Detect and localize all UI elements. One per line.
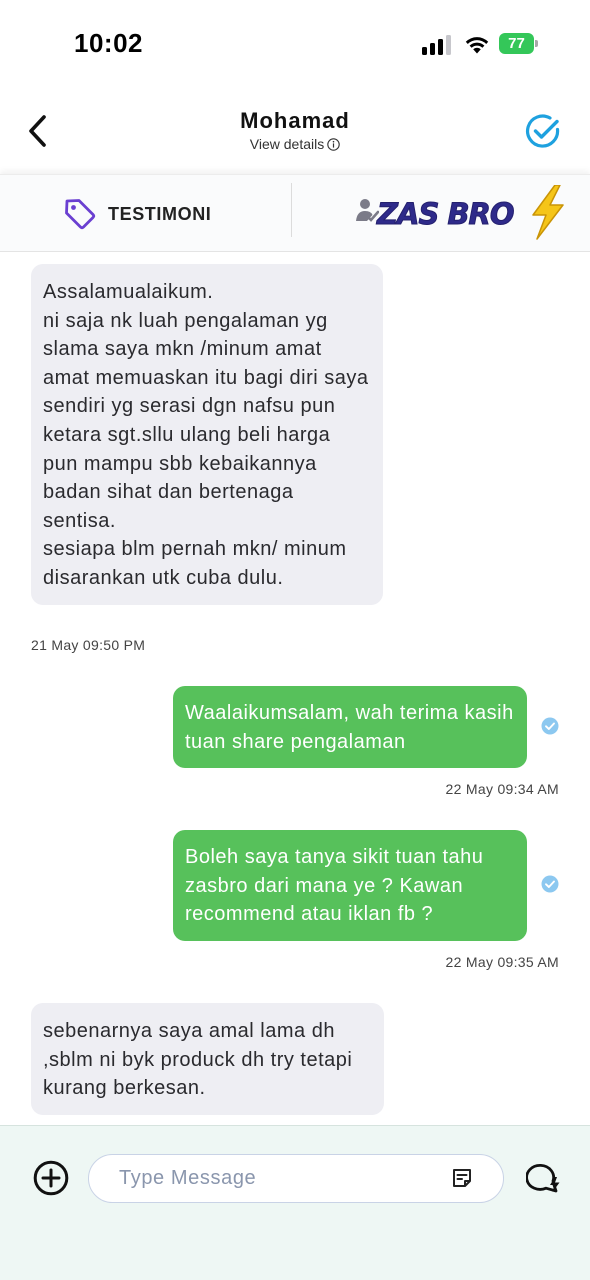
check-circle-icon[interactable] — [524, 112, 562, 150]
outgoing-message-bubble: Boleh saya tanya sikit tuan tahu zasbro … — [173, 830, 527, 941]
read-receipt-icon — [541, 717, 559, 735]
read-receipt-icon — [541, 875, 559, 893]
info-icon — [327, 137, 340, 151]
tab-zasbro[interactable]: ZAS BRO — [355, 185, 590, 243]
message-input[interactable] — [119, 1155, 439, 1201]
message-timestamp: 21 May 09:50 PM — [31, 637, 146, 653]
message-composer — [0, 1125, 590, 1280]
outgoing-message-bubble: Waalaikumsalam, wah terima kasih tuan sh… — [173, 686, 527, 769]
battery-icon: 77 — [499, 33, 538, 54]
chat-bolt-icon[interactable] — [526, 1161, 562, 1195]
message-list[interactable]: Assalamualaikum. ni saja nk luah pengala… — [0, 252, 590, 1125]
label-tab-strip: TESTIMONI ZAS BRO — [0, 174, 590, 252]
message-timestamp: 22 May 09:34 AM — [445, 781, 559, 797]
view-details-label: View details — [249, 136, 325, 152]
plus-circle-icon[interactable] — [33, 1160, 69, 1196]
message-input-container — [88, 1154, 504, 1203]
status-bar: 10:02 77 — [0, 0, 590, 90]
lightning-bolt-icon — [532, 185, 564, 240]
contact-name: Mohamad — [240, 108, 350, 133]
cellular-signal-icon — [422, 35, 454, 55]
tag-icon — [65, 199, 96, 230]
tab-testimoni-label: TESTIMONI — [108, 203, 212, 224]
wifi-icon — [465, 37, 489, 54]
zasbro-logo: ZAS BRO — [377, 197, 516, 232]
message-timestamp: 22 May 09:35 AM — [445, 954, 559, 970]
incoming-message-bubble: sebenarnya saya amal lama dh ,sblm ni by… — [31, 1003, 384, 1115]
tab-testimoni[interactable]: TESTIMONI — [62, 189, 211, 239]
chat-header: Mohamad View details — [0, 90, 590, 174]
status-time: 10:02 — [74, 28, 143, 58]
user-check-icon — [356, 199, 379, 222]
incoming-message-bubble: Assalamualaikum. ni saja nk luah pengala… — [31, 264, 383, 605]
battery-level: 77 — [499, 33, 534, 54]
view-details-link[interactable]: View details — [0, 136, 590, 152]
note-icon[interactable] — [451, 1167, 473, 1189]
tab-divider — [291, 183, 292, 237]
